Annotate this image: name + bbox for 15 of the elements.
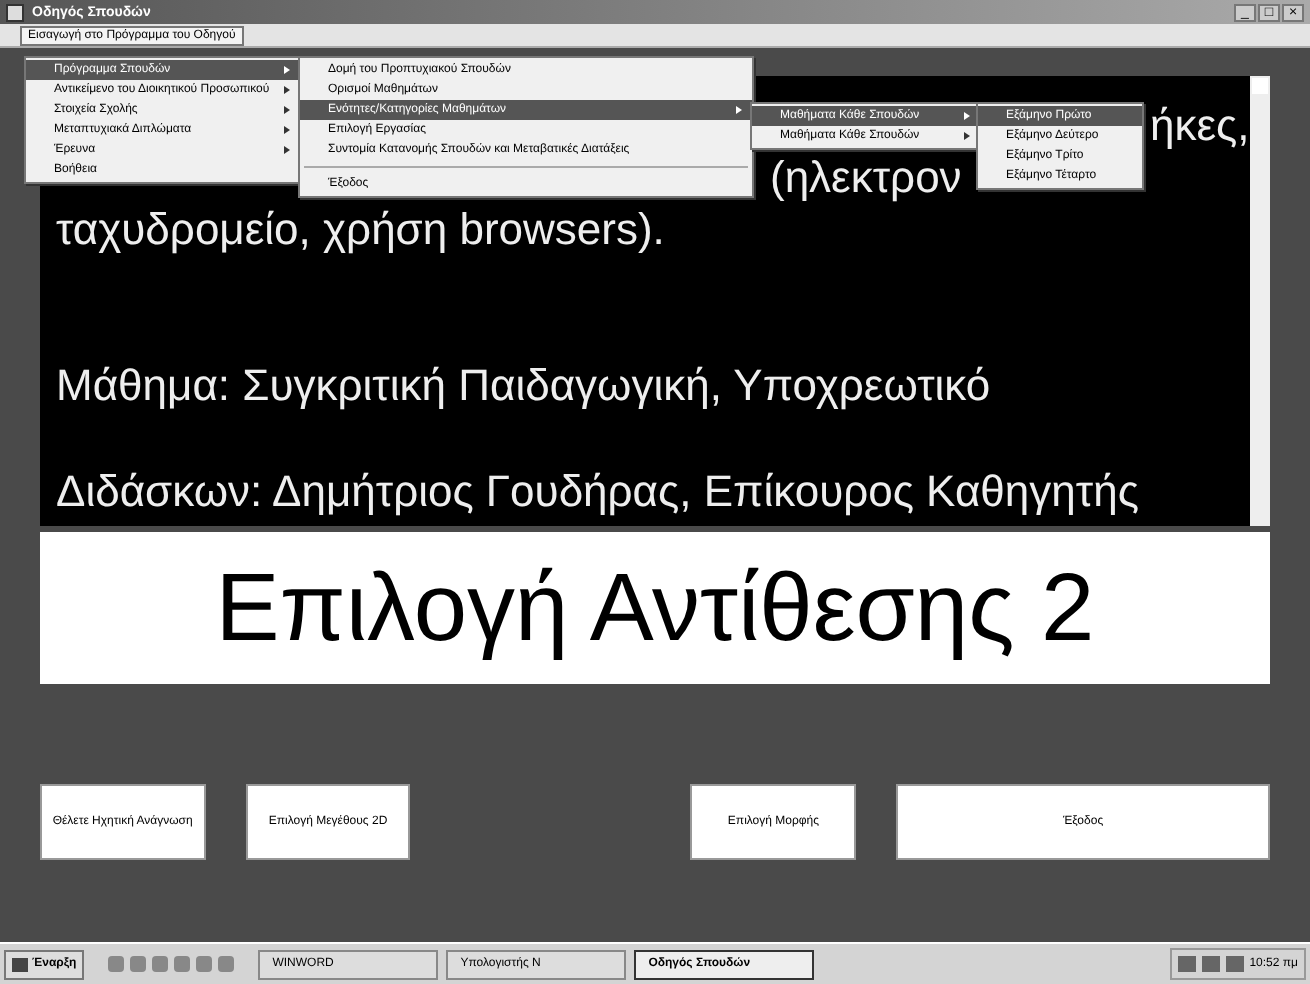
text-line: Διδάσκων: Δημήτριος Γουδήρας, Επίκουρος Καθηγητής: [56, 466, 1139, 518]
submenu-arrow-icon: [964, 132, 970, 140]
submenu-arrow-icon: [284, 126, 290, 134]
submenu-arrow-icon: [964, 112, 970, 120]
submenu-arrow-icon: [284, 66, 290, 74]
scrollbar[interactable]: [1250, 76, 1270, 526]
text-line: ταχυδρομείο, χρήση browsers).: [56, 204, 665, 256]
submenu-arrow-icon: [736, 106, 742, 114]
title-banner: Επιλογή Αντίθεσης 2: [40, 532, 1270, 684]
submenu-arrow-icon: [284, 86, 290, 94]
submenu-arrow-icon: [284, 106, 290, 114]
text-line: ήκες,: [1150, 100, 1250, 152]
text-line: Μάθημα: Συγκριτική Παιδαγωγική, Υποχρεωτικό: [56, 360, 991, 412]
submenu-arrow-icon: [284, 146, 290, 154]
text-line: (ηλεκτρον: [770, 152, 962, 204]
